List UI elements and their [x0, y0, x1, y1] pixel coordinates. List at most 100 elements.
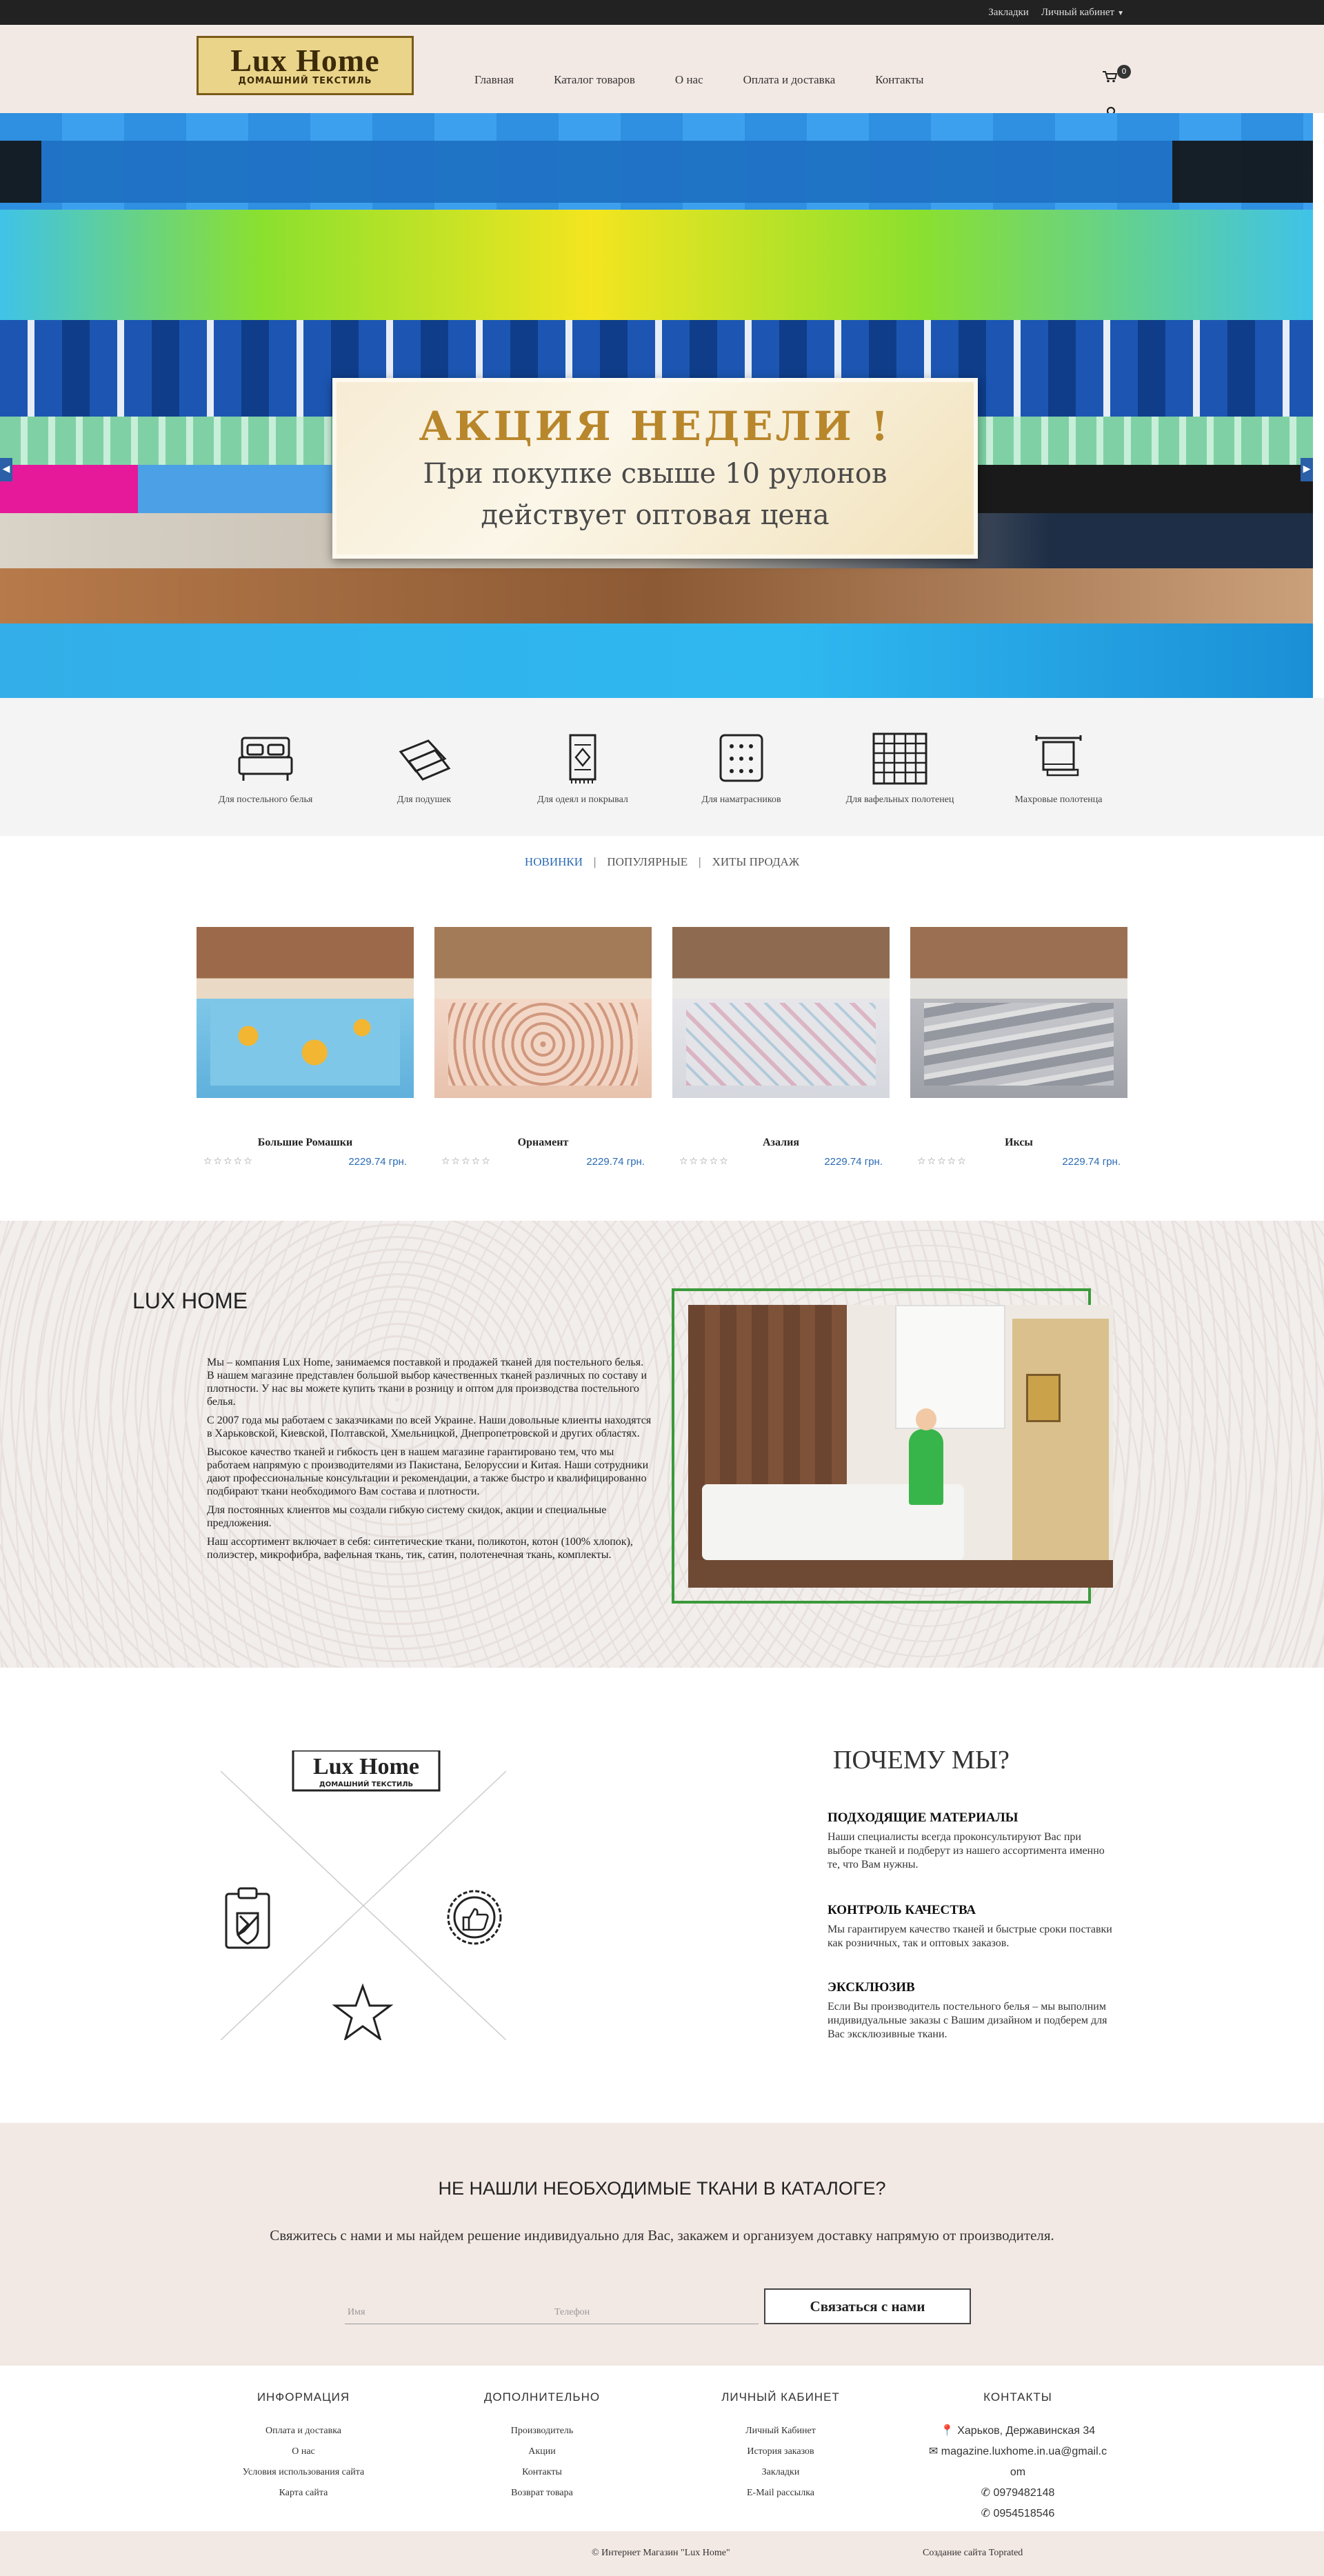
phone-input[interactable] — [552, 2301, 759, 2324]
footer-link[interactable]: E-Mail рассылка — [747, 2488, 814, 2498]
name-input[interactable] — [345, 2301, 552, 2324]
tab-new[interactable]: НОВИНКИ — [514, 855, 594, 868]
contact-email-continued: om — [1010, 2466, 1026, 2478]
about-paragraph: Высокое качество тканей и гибкость цен в… — [207, 1446, 649, 1497]
slider-next-button[interactable]: ▶ — [1301, 458, 1313, 481]
product-price: 2229.74 грн. — [586, 1156, 645, 1168]
promo-text-line2: действует оптовая цена — [481, 499, 830, 531]
bed-icon — [238, 737, 293, 781]
product-name[interactable]: Азалия — [672, 1137, 890, 1149]
footer-link[interactable]: Контакты — [522, 2467, 562, 2477]
footer-extra-column: ДОПОЛНИТЕЛЬНО Производитель Акции Контак… — [445, 2390, 639, 2504]
site-logo[interactable]: Lux Home ДОМАШНИЙ ТЕКСТИЛЬ — [197, 36, 414, 95]
towel-rail-icon — [1035, 735, 1082, 777]
category-pillows[interactable]: Для подушек — [345, 731, 503, 836]
account-label: Личный кабинет — [1041, 6, 1115, 18]
footer-link[interactable]: О нас — [292, 2446, 315, 2457]
bottom-bar: © Интернет Магазин "Lux Home" Создание с… — [0, 2531, 1324, 2576]
why-us-section: Lux Home ДОМАШНИЙ ТЕКСТИЛЬ ПОЧЕМУ МЫ? ПО… — [0, 1668, 1324, 2123]
nav-catalog[interactable]: Каталог товаров — [554, 73, 635, 87]
why-item-text: Если Вы производитель постельного белья … — [828, 2001, 1107, 2040]
contact-phone[interactable]: 0979482148 — [993, 2487, 1054, 2499]
footer-link[interactable]: Акции — [528, 2446, 555, 2457]
category-blankets[interactable]: Для одеял и покрывал — [503, 731, 662, 836]
product-name[interactable]: Большие Ромашки — [197, 1137, 414, 1149]
why-item-materials: ПОДХОДЯЩИЕ МАТЕРИАЛЫ Наши специалисты вс… — [828, 1811, 1117, 1872]
why-item-quality: КОНТРОЛЬ КАЧЕСТВА Мы гарантируем качеств… — [828, 1904, 1117, 1950]
product-name[interactable]: Иксы — [910, 1137, 1127, 1149]
category-terry-towels[interactable]: Махровые полотенца — [979, 731, 1138, 836]
product-card[interactable]: Азалия ☆☆☆☆☆ 2229.74 грн. — [672, 927, 890, 1168]
why-us-graphic: Lux Home ДОМАШНИЙ ТЕКСТИЛЬ — [221, 1750, 506, 2040]
nav-payment-delivery[interactable]: Оплата и доставка — [743, 73, 836, 87]
footer-link[interactable]: Оплата и доставка — [265, 2426, 341, 2436]
blanket-icon — [569, 734, 596, 783]
product-card[interactable]: Иксы ☆☆☆☆☆ 2229.74 грн. — [910, 927, 1127, 1168]
slider-prev-button[interactable]: ◀ — [0, 458, 12, 481]
contact-submit-button[interactable]: Связаться с нами — [764, 2288, 971, 2324]
tab-bestsellers[interactable]: ХИТЫ ПРОДАЖ — [701, 855, 811, 868]
tab-popular[interactable]: ПОПУЛЯРНЫЕ — [596, 855, 699, 868]
about-paragraph: Для постоянных клиентов мы создали гибку… — [207, 1504, 607, 1529]
category-waffle-towels[interactable]: Для вафельных полотенец — [821, 731, 979, 836]
rating-stars: ☆☆☆☆☆ — [679, 1156, 730, 1167]
account-dropdown[interactable]: Личный кабинет ▼ — [1041, 7, 1124, 19]
about-title: LUX HOME — [132, 1288, 248, 1313]
category-label: Махровые полотенца — [1014, 795, 1103, 805]
contact-phone[interactable]: 0954518546 — [993, 2508, 1054, 2519]
hero-slider: ◀ ▶ АКЦИЯ НЕДЕЛИ ! При покупке свыше 10 … — [0, 113, 1313, 698]
nav-contacts[interactable]: Контакты — [875, 73, 923, 87]
made-by-link[interactable]: Создание сайта Toprated — [923, 2548, 1023, 2559]
logo-subtitle: ДОМАШНИЙ ТЕКСТИЛЬ — [238, 75, 372, 86]
site-footer: ИНФОРМАЦИЯ Оплата и доставка О нас Услов… — [0, 2366, 1324, 2531]
product-image[interactable] — [434, 927, 652, 1098]
promo-banner[interactable]: АКЦИЯ НЕДЕЛИ ! При покупке свыше 10 руло… — [332, 378, 978, 559]
bookmarks-link[interactable]: Закладки — [988, 7, 1029, 19]
product-name[interactable]: Орнамент — [434, 1137, 652, 1149]
footer-link[interactable]: Производитель — [511, 2426, 574, 2436]
footer-link[interactable]: Закладки — [762, 2467, 800, 2477]
product-image[interactable] — [197, 927, 414, 1098]
footer-link[interactable]: История заказов — [747, 2446, 814, 2457]
product-card[interactable]: Большие Ромашки ☆☆☆☆☆ 2229.74 грн. — [197, 927, 414, 1168]
product-image[interactable] — [672, 927, 890, 1098]
envelope-icon: ✉ — [928, 2446, 939, 2457]
contact-title: НЕ НАШЛИ НЕОБХОДИМЫЕ ТКАНИ В КАТАЛОГЕ? — [438, 2178, 886, 2199]
contact-address: Харьков, Державинская 34 — [957, 2425, 1096, 2437]
phone-icon: ✆ — [981, 2508, 990, 2519]
footer-heading: ЛИЧНЫЙ КАБИНЕТ — [721, 2390, 840, 2404]
promo-text-line1: При покупке свыше 10 рулонов — [423, 458, 887, 490]
footer-link[interactable]: Личный Кабинет — [745, 2426, 816, 2436]
contact-email[interactable]: magazine.luxhome.in.ua@gmail.c — [941, 2446, 1107, 2457]
footer-account-column: ЛИЧНЫЙ КАБИНЕТ Личный Кабинет История за… — [684, 2390, 877, 2504]
site-header: Lux Home ДОМАШНИЙ ТЕКСТИЛЬ Главная Катал… — [0, 25, 1324, 118]
product-price: 2229.74 грн. — [348, 1156, 407, 1168]
star-icon — [332, 1983, 394, 2040]
category-mattress-covers[interactable]: Для наматрасников — [662, 731, 821, 836]
cart-count-badge: 0 — [1117, 65, 1131, 79]
product-card[interactable]: Орнамент ☆☆☆☆☆ 2229.74 грн. — [434, 927, 652, 1168]
why-item-heading: ПОДХОДЯЩИЕ МАТЕРИАЛЫ — [828, 1810, 1019, 1825]
contact-form: Связаться с нами — [345, 2288, 971, 2324]
cart-icon[interactable] — [1102, 70, 1117, 83]
nav-home[interactable]: Главная — [474, 73, 514, 87]
about-paragraph: С 2007 года мы работаем с заказчиками по… — [207, 1415, 652, 1439]
category-label: Для подушек — [397, 795, 452, 805]
about-paragraph: Наш ассортимент включает в себя: синтети… — [207, 1536, 633, 1561]
about-paragraph: Мы – компания Lux Home, занимаемся поста… — [207, 1357, 647, 1408]
footer-link[interactable]: Условия использования сайта — [243, 2467, 364, 2477]
category-label: Для постельного белья — [218, 795, 313, 805]
category-bedding[interactable]: Для постельного белья — [186, 731, 345, 836]
thumbs-up-badge-icon — [447, 1890, 502, 1945]
why-item-text: Мы гарантируем качество тканей и быстрые… — [828, 1924, 1112, 1949]
footer-info-column: ИНФОРМАЦИЯ Оплата и доставка О нас Услов… — [207, 2390, 400, 2504]
footer-link[interactable]: Карта сайта — [279, 2488, 328, 2498]
category-label: Для вафельных полотенец — [845, 795, 954, 805]
nav-about[interactable]: О нас — [675, 73, 703, 87]
category-label: Для одеял и покрывал — [537, 795, 628, 805]
category-label: Для наматрасников — [701, 795, 781, 805]
footer-link[interactable]: Возврат товара — [511, 2488, 573, 2498]
copyright-text: © Интернет Магазин "Lux Home" — [592, 2548, 730, 2558]
rating-stars: ☆☆☆☆☆ — [441, 1156, 492, 1167]
product-image[interactable] — [910, 927, 1127, 1098]
